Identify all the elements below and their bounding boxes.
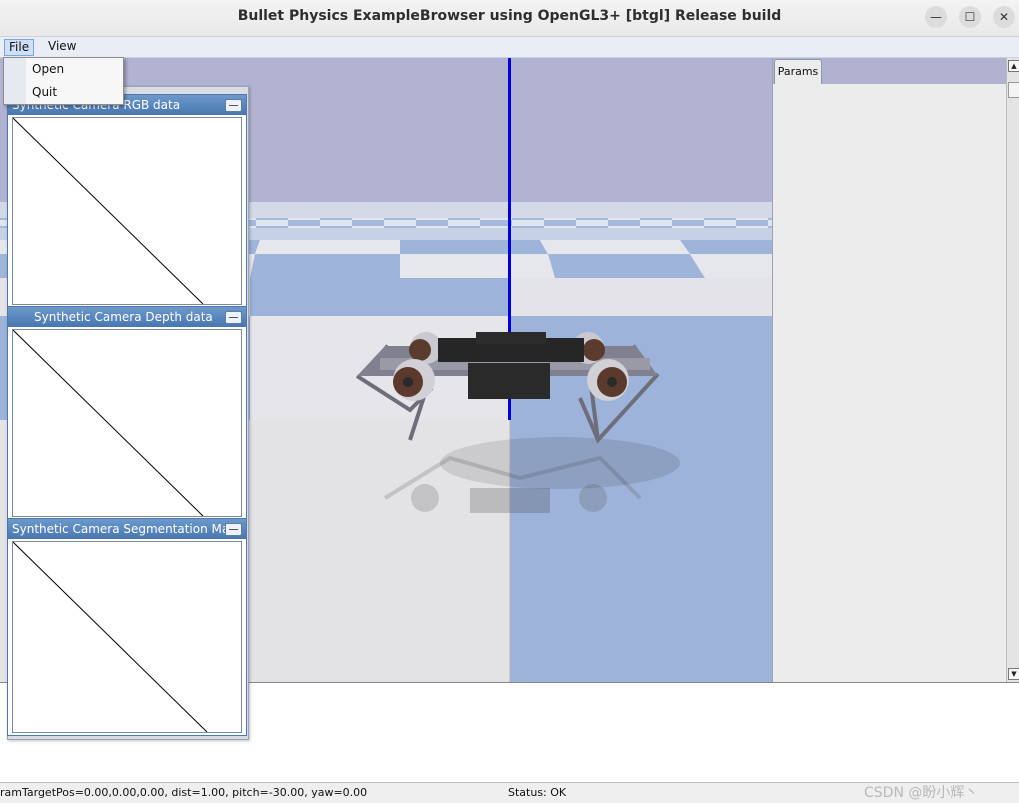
minimize-icon[interactable] (225, 99, 242, 112)
camera-window-segmentation[interactable]: Synthetic Camera Segmentation Mask (7, 518, 247, 736)
minimize-icon[interactable] (225, 523, 242, 536)
title-bar: Bullet Physics ExampleBrowser using Open… (0, 0, 1019, 37)
camera-window-title[interactable]: Synthetic Camera Depth data (8, 307, 246, 327)
maximize-icon[interactable]: ☐ (959, 6, 981, 28)
watermark-text: CSDN @盼小辉丶 (864, 785, 979, 801)
file-dropdown-menu: Open Quit (3, 57, 124, 105)
status-text: Status: OK (508, 786, 567, 799)
close-icon[interactable]: ✕ (993, 6, 1015, 28)
robot-shadow (440, 437, 680, 489)
window-title: Bullet Physics ExampleBrowser using Open… (237, 8, 782, 24)
status-bar: ramTargetPos=0.00,0.00,0.00, dist=1.00, … (0, 782, 1019, 803)
camera-image-placeholder (12, 541, 242, 733)
menu-view[interactable]: View (44, 39, 80, 54)
params-scrollbar[interactable]: ▲ ▼ (1006, 58, 1019, 682)
minimize-icon[interactable]: — (925, 6, 947, 28)
menu-file[interactable]: File (4, 39, 35, 56)
params-tab-strip: Params (773, 58, 1007, 84)
scrollbar-thumb[interactable] (1008, 82, 1019, 98)
scroll-down-icon[interactable]: ▼ (1008, 668, 1019, 680)
camera-status-text: ramTargetPos=0.00,0.00,0.00, dist=1.00, … (0, 786, 368, 799)
camera-image-placeholder (12, 329, 242, 517)
camera-window-rgb[interactable]: Synthetic Camera RGB data (7, 94, 247, 307)
minimize-icon[interactable] (225, 311, 242, 324)
params-panel: Params (772, 58, 1007, 682)
menu-item-open[interactable]: Open (32, 60, 64, 78)
scroll-up-icon[interactable]: ▲ (1008, 60, 1019, 72)
tab-params[interactable]: Params (774, 59, 822, 84)
camera-window-depth[interactable]: Synthetic Camera Depth data (7, 306, 247, 519)
camera-window-title[interactable]: Synthetic Camera Segmentation Mask (8, 519, 246, 539)
menu-icon-strip (4, 58, 26, 104)
menu-bar: File View (0, 37, 1019, 58)
menu-item-quit[interactable]: Quit (32, 83, 57, 101)
camera-image-placeholder (12, 117, 242, 305)
